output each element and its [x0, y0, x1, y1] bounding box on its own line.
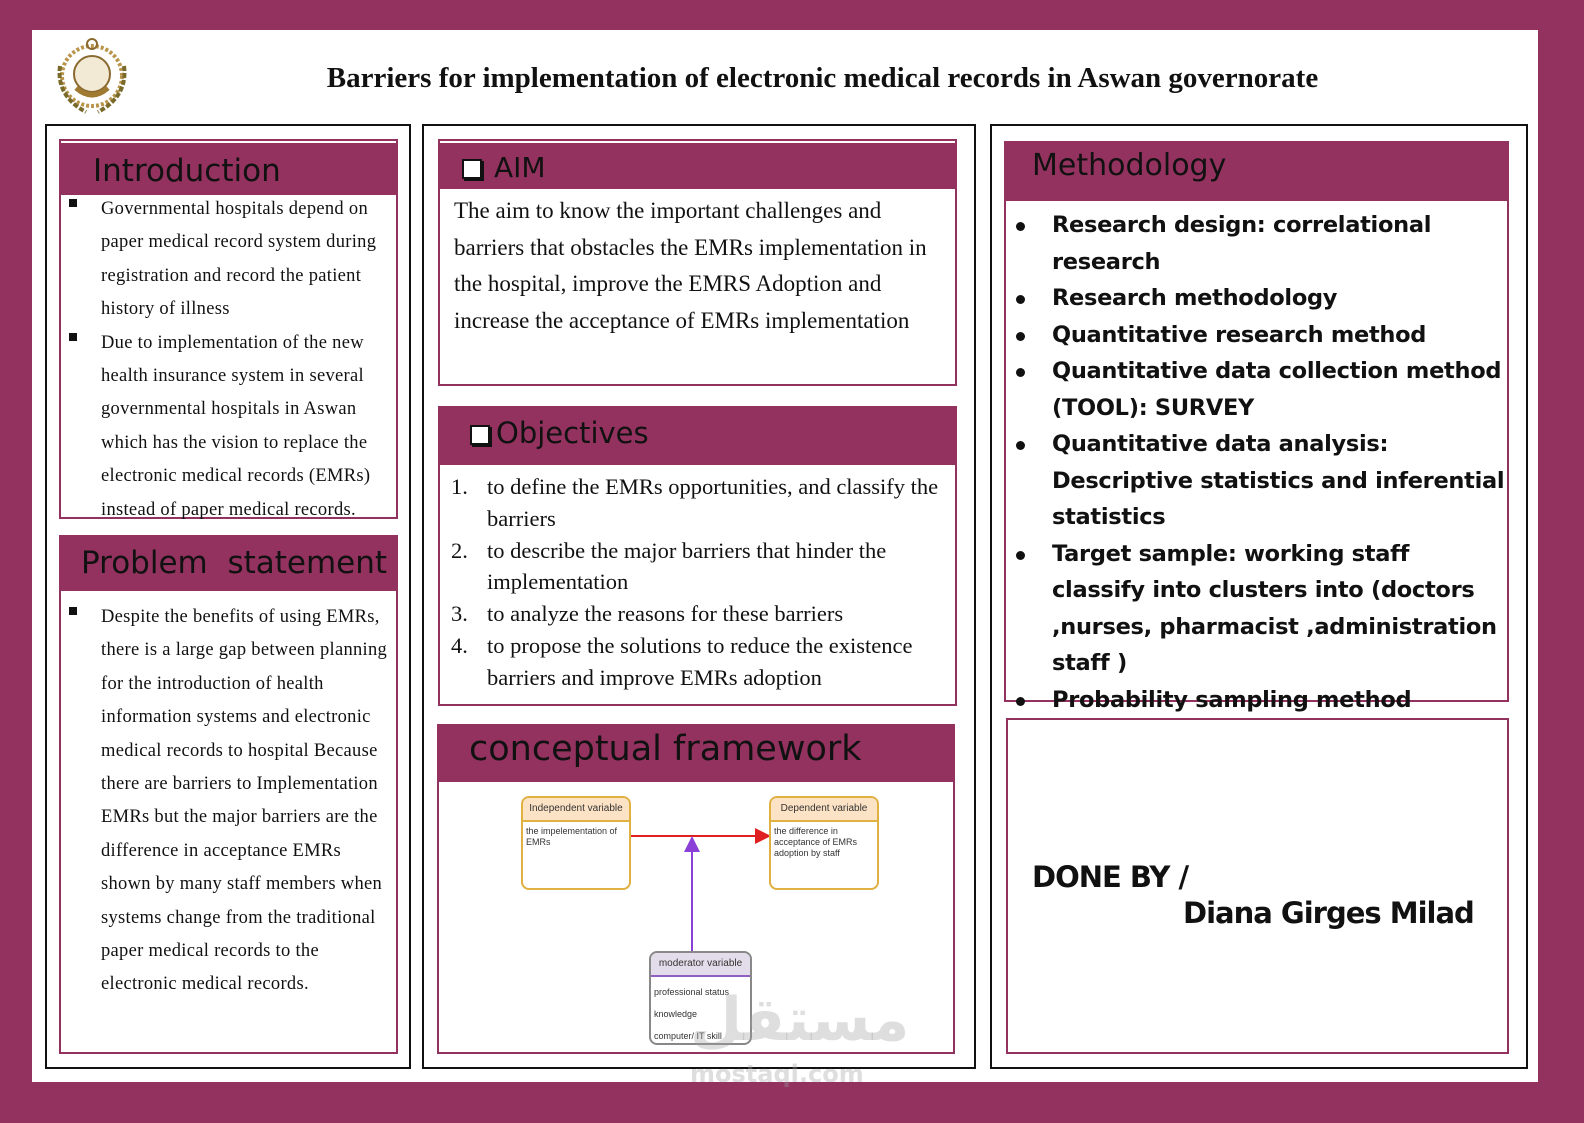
done-by-label: DONE BY /	[1032, 860, 1189, 894]
aim-heading: AIM	[494, 151, 546, 184]
problem-heading: Problem statement	[81, 545, 388, 581]
checkbox-square-icon	[470, 425, 490, 445]
watermark-latin: mostaql.com	[690, 1060, 864, 1088]
list-item: Governmental hospitals depend on paper m…	[63, 193, 393, 327]
problem-list: Despite the benefits of using EMRs, ther…	[63, 601, 395, 1002]
introduction-list: Governmental hospitals depend on paper m…	[63, 193, 393, 527]
list-item: 1. to define the EMRs opportunities, and …	[451, 474, 939, 531]
objectives-heading: Objectives	[496, 416, 649, 450]
watermark-arabic: مستقل	[690, 985, 910, 1055]
list-item: Research methodology	[1006, 280, 1506, 317]
list-item: Research design: correlational research	[1006, 207, 1506, 280]
list-item: Due to implementation of the new health …	[63, 327, 393, 527]
list-item: Target sample: working staff classify in…	[1006, 536, 1506, 682]
university-logo	[46, 36, 138, 122]
list-item: 2. to describe the major barriers that hi…	[451, 537, 887, 595]
list-item: Quantitative data collection method (TOO…	[1006, 353, 1506, 426]
introduction-section: Introduction Governmental hospitals depe…	[59, 139, 398, 520]
done-by-section: DONE BY / Diana Girges Milad	[1006, 718, 1509, 1054]
methodology-heading: Methodology	[1032, 148, 1227, 183]
checkbox-square-icon	[462, 159, 482, 179]
independent-variable-node: Independent variable the impelementation…	[521, 796, 631, 890]
problem-statement-section: Problem statement Despite the benefits o…	[59, 535, 398, 1054]
author-name: Diana Girges Milad	[1183, 896, 1475, 930]
aim-text: The aim to know the important challenges…	[454, 198, 927, 333]
aim-section: AIM The aim to know the important challe…	[438, 139, 957, 386]
objectives-section: Objectives 1. to define the EMRs opportun…	[438, 406, 957, 706]
poster-title: Barriers for implementation of electroni…	[326, 62, 1319, 94]
dependent-variable-node: Dependent variable the difference in acc…	[769, 796, 879, 890]
list-item: Quantitative research method	[1006, 317, 1506, 354]
list-item: 4. to propose the solutions to reduce the…	[451, 632, 913, 690]
introduction-heading: Introduction	[93, 153, 281, 189]
list-item: 3. to analyze the reasons for these barri…	[451, 601, 844, 627]
list-item: Despite the benefits of using EMRs, ther…	[63, 601, 395, 1002]
methodology-list: Research design: correlational research …	[1006, 207, 1506, 755]
list-item: Quantitative data analysis: Descriptive …	[1006, 426, 1506, 536]
methodology-section: Methodology Research design: correlation…	[1004, 141, 1509, 749]
objectives-list: 1. to define the EMRs opportunities, and …	[451, 471, 961, 694]
